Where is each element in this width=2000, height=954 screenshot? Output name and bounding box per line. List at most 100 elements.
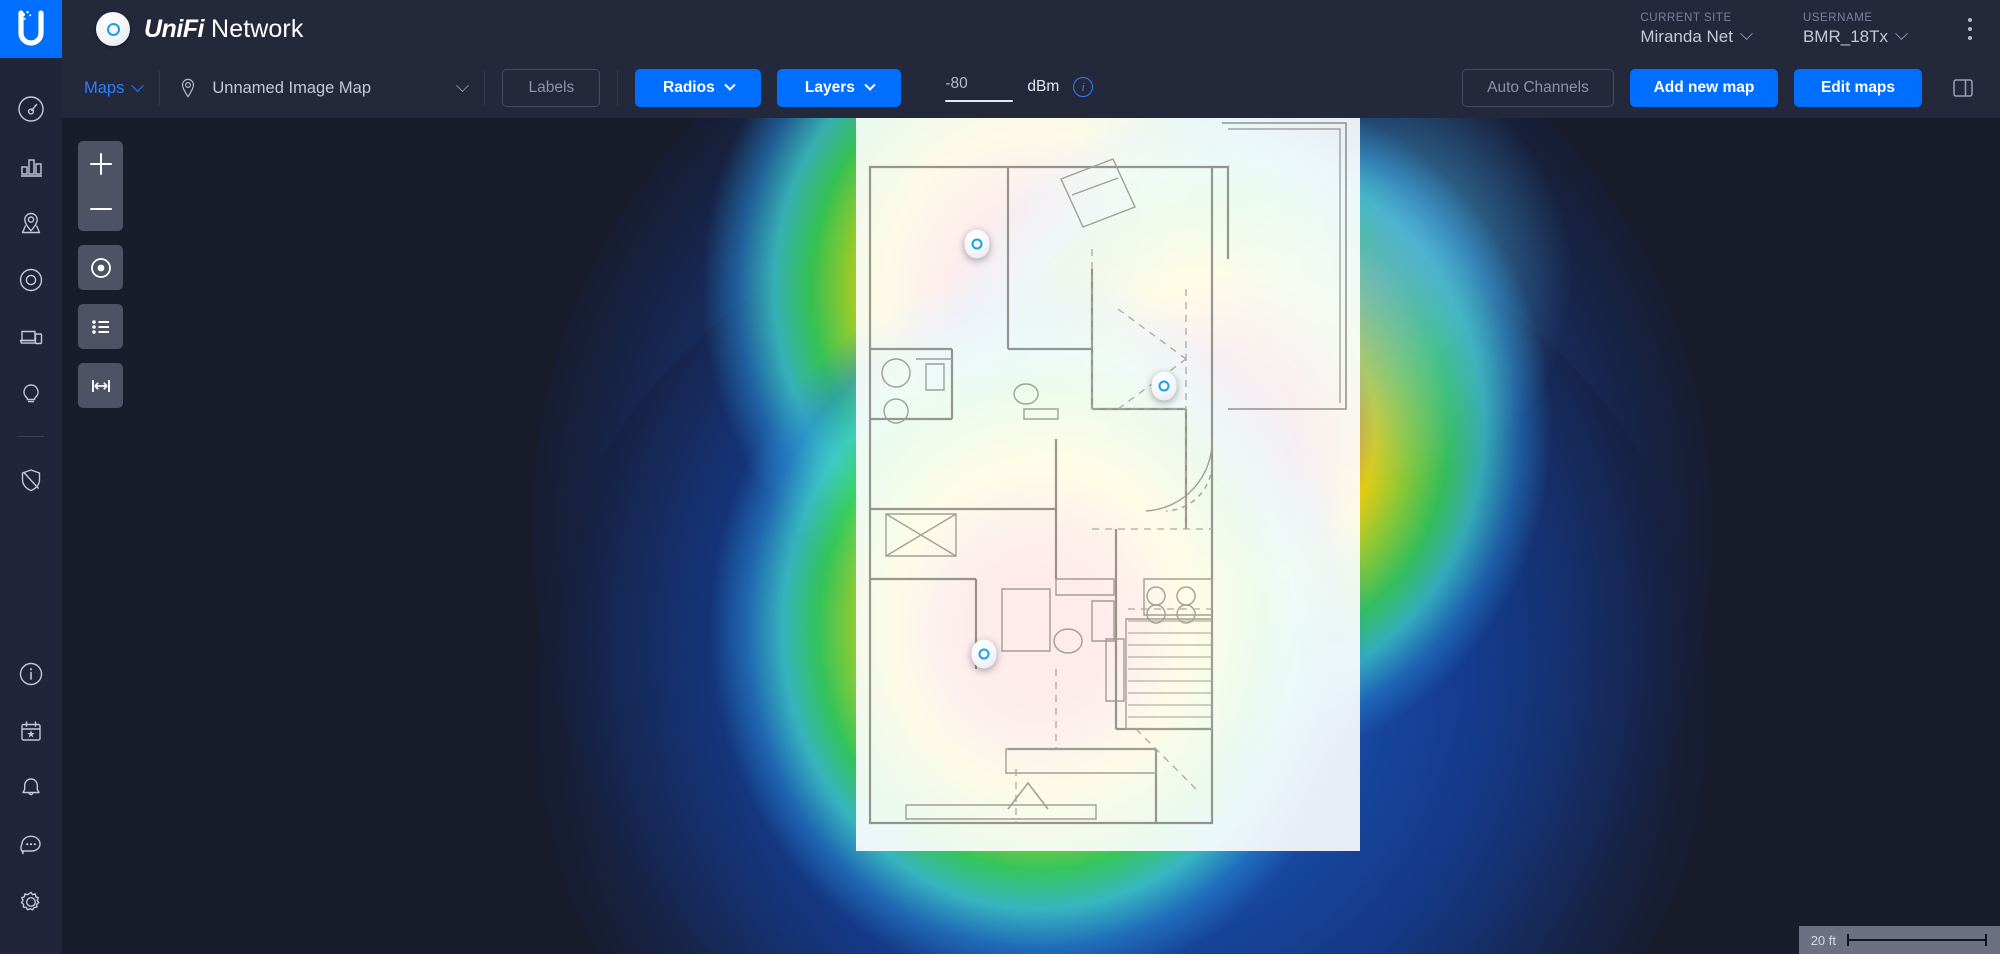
toolbar-divider: [484, 71, 486, 105]
heatmap-canvas[interactable]: 20 ft: [62, 118, 2000, 954]
sidebar-item-dashboard[interactable]: [0, 80, 62, 137]
map-list-button[interactable]: [78, 304, 123, 349]
current-site-label: CURRENT SITE: [1640, 11, 1732, 24]
top-bar-right: CURRENT SITE Miranda Net USERNAME BMR_18…: [1640, 10, 2000, 48]
sidebar-item-topology-maps[interactable]: [0, 194, 62, 251]
signal-unit-label: dBm: [1027, 77, 1060, 95]
floorplan-image: [856, 118, 1360, 851]
access-point-marker[interactable]: [1151, 371, 1177, 401]
signal-threshold-control: -80 dBm i: [945, 75, 1094, 102]
maps-dropdown[interactable]: Maps: [84, 78, 145, 98]
auto-channels-button[interactable]: Auto Channels: [1462, 69, 1614, 107]
minus-icon: [89, 198, 112, 220]
svg-text:★: ★: [27, 729, 36, 740]
current-site-value: Miranda Net: [1640, 26, 1753, 47]
radios-button[interactable]: Radios: [635, 69, 762, 107]
zoom-control-group: [78, 141, 123, 231]
ap-ring: [1158, 380, 1170, 392]
maps-label: Maps: [84, 78, 125, 97]
chevron-down-icon: [1740, 27, 1753, 41]
sidebar-divider: [18, 436, 44, 437]
top-bar: UniFi Network CURRENT SITE Miranda Net U…: [0, 0, 2000, 58]
info-circle-icon[interactable]: i: [1073, 76, 1094, 97]
map-controls: [78, 141, 123, 408]
unifi-access-point-icon: [964, 229, 990, 259]
username-label: USERNAME: [1802, 11, 1873, 24]
chevron-down-icon: [456, 78, 470, 92]
scale-distance-label: 20 ft: [1810, 932, 1836, 948]
map-pin-outline-icon: [182, 78, 195, 98]
access-point-marker[interactable]: [971, 639, 997, 669]
list-icon: [91, 319, 109, 334]
chevron-down-icon: [724, 79, 736, 91]
toolbar-divider: [617, 71, 619, 105]
toolbar-right-group: Auto Channels Add new map Edit maps: [1462, 69, 1978, 107]
scale-bar-graphic: [1847, 934, 1987, 946]
ap-ring: [971, 238, 983, 250]
map-selector[interactable]: Unnamed Image Map: [177, 77, 470, 99]
sidebar-top-group: [0, 58, 62, 508]
signal-threshold-slider[interactable]: -80: [945, 75, 1014, 102]
map-pin-icon: [21, 212, 41, 233]
bar-chart-icon: [21, 158, 42, 177]
ap-ring: [978, 648, 990, 660]
ubiquiti-u-logo-icon: [18, 10, 44, 46]
zoom-in-button[interactable]: [78, 141, 123, 186]
labels-button[interactable]: Labels: [502, 69, 601, 107]
sidebar-item-whats-new[interactable]: ★: [0, 702, 62, 759]
username-name: BMR_18Tx: [1802, 26, 1888, 46]
info-circle-icon: [19, 662, 43, 685]
chevron-down-icon: [864, 79, 876, 91]
app-title: UniFi Network: [144, 15, 303, 44]
username-selector[interactable]: USERNAME BMR_18Tx: [1802, 11, 1908, 47]
scale-cap-right: [1985, 934, 1987, 946]
chevron-down-icon: [1895, 27, 1908, 41]
sidebar-item-chat-support[interactable]: [0, 816, 62, 873]
shield-icon: [21, 468, 41, 491]
sidebar-item-statistics[interactable]: [0, 137, 62, 194]
add-new-map-button[interactable]: Add new map: [1630, 69, 1778, 107]
floorplan-linework: [868, 122, 1347, 825]
sidebar-bottom-group: ★: [0, 645, 62, 954]
access-points-toggle-button[interactable]: [78, 245, 123, 290]
selected-map-name: Unnamed Image Map: [212, 78, 372, 97]
sidebar-item-help[interactable]: [0, 645, 62, 702]
username-value: BMR_18Tx: [1802, 26, 1908, 47]
laptop-phone-icon: [19, 330, 43, 344]
app-title-suffix: Network: [204, 14, 304, 43]
zoom-out-button[interactable]: [78, 186, 123, 231]
side-panel-toggle-icon[interactable]: [1948, 73, 1978, 103]
side-panel-toggle-glyph: [1953, 79, 1973, 97]
app-title-brand: UniFi: [144, 14, 205, 43]
measure-distance-button[interactable]: [78, 363, 123, 408]
access-point-marker[interactable]: [964, 229, 990, 259]
chat-bubble-icon: [20, 835, 41, 854]
unifi-access-point-icon: [1151, 371, 1177, 401]
unifi-network-app: UniFi Network CURRENT SITE Miranda Net U…: [0, 0, 2000, 954]
sidebar-item-settings[interactable]: [0, 873, 62, 930]
map-scale-bar: 20 ft: [1798, 926, 2000, 954]
unifi-access-point-icon: [971, 639, 997, 669]
sidebar-item-threat-management[interactable]: [0, 451, 62, 508]
edit-maps-button[interactable]: Edit maps: [1794, 69, 1922, 107]
measure-distance-icon: [91, 379, 110, 392]
app-identity: UniFi Network: [96, 12, 303, 46]
sidebar-item-devices[interactable]: [0, 251, 62, 308]
lightbulb-icon: [23, 383, 39, 402]
toolbar-divider: [159, 71, 161, 105]
current-site-name: Miranda Net: [1640, 26, 1733, 46]
bell-icon: [22, 777, 40, 795]
current-site-selector[interactable]: CURRENT SITE Miranda Net: [1640, 11, 1753, 47]
kebab-menu-icon[interactable]: [1958, 10, 1982, 48]
sidebar-item-clients[interactable]: [0, 308, 62, 365]
layers-button-label: Layers: [804, 79, 855, 96]
unifi-device-circle-icon: [19, 268, 43, 291]
map-toolbar: Maps Unnamed Image Map Labels Radios Lay…: [62, 58, 2000, 118]
unifi-access-point-icon: [96, 12, 130, 46]
sidebar-item-insights[interactable]: [0, 365, 62, 422]
scale-bar-line: [1847, 939, 1987, 941]
sidebar-item-alerts[interactable]: [0, 759, 62, 816]
left-sidebar: ★: [0, 58, 62, 954]
layers-button[interactable]: Layers: [777, 69, 902, 107]
ubiquiti-logo-button[interactable]: [0, 0, 62, 58]
